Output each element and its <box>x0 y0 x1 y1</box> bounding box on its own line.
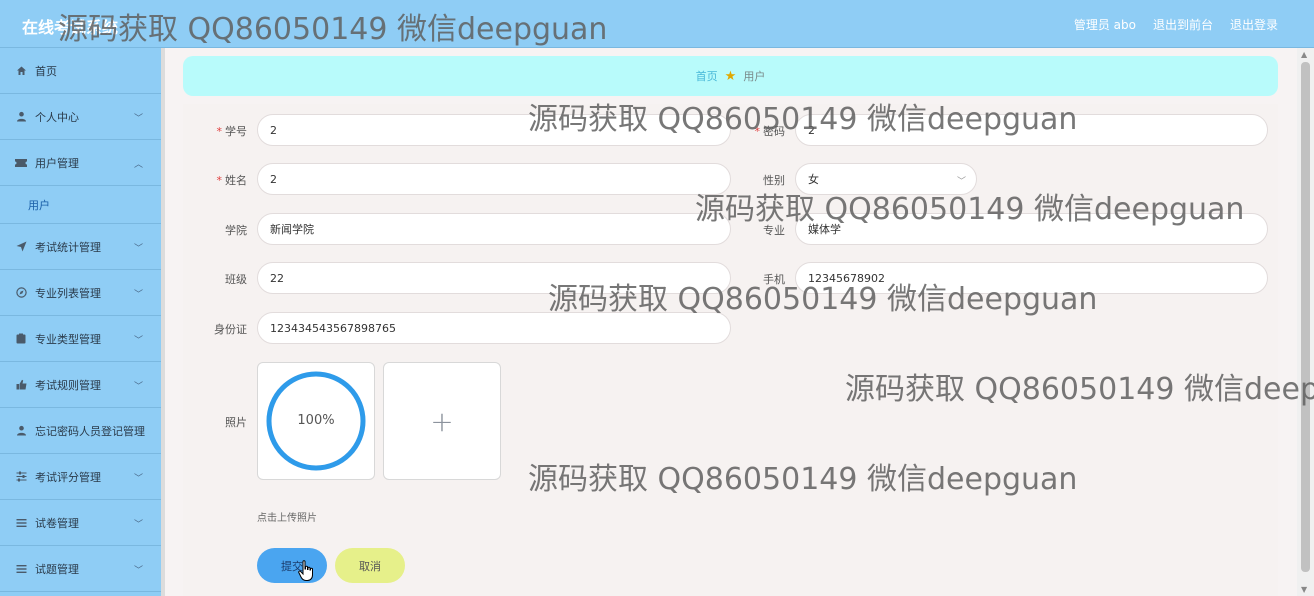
send-icon <box>15 241 27 253</box>
sidebar-item-major-type[interactable]: 专业类型管理 ﹀ <box>0 316 161 362</box>
sidebar-item-label: 试卷管理 <box>35 516 79 530</box>
scroll-down-icon[interactable]: ▼ <box>1301 585 1307 594</box>
class-input[interactable]: 22 <box>257 262 731 294</box>
exit-to-frontend-link[interactable]: 退出到前台 <box>1153 16 1213 33</box>
sidebar-item-label: 考试规则管理 <box>35 378 101 392</box>
breadcrumb-home-link[interactable]: 首页 <box>696 68 718 84</box>
chevron-down-icon: ﹀ <box>133 290 143 300</box>
chevron-up-icon: ︿ <box>133 160 143 170</box>
chevron-down-icon: ﹀ <box>133 244 143 254</box>
top-header: 在线考试系统 管理员 abo 退出到前台 退出登录 <box>0 0 1314 48</box>
chevron-down-icon: ﹀ <box>133 474 143 484</box>
sidebar: 首页 个人中心 ﹀ 用户管理 ︿ 用户 考试统计管理 ﹀ 专业列表管理 ﹀ 专业… <box>0 48 161 596</box>
sidebar-item-user-management[interactable]: 用户管理 ︿ <box>0 140 161 186</box>
major-input[interactable]: 媒体学 <box>795 213 1268 245</box>
photo-label: 照片 <box>225 416 247 429</box>
student-id-label: * 学号 <box>216 125 248 138</box>
upload-add-button[interactable]: + <box>383 362 501 480</box>
app-title: 在线考试系统 <box>22 18 119 37</box>
user-form: * 学号 2 * 密码 2 * 姓名 2 性别 女 ﹀ 学院 新闻学院 专业 媒体学 … <box>183 104 1278 596</box>
id-card-label: 身份证 <box>214 323 247 336</box>
sidebar-item-label: 个人中心 <box>35 110 79 124</box>
header-links: 管理员 abo 退出到前台 退出登录 <box>1074 16 1278 33</box>
chevron-down-icon: ﹀ <box>133 566 143 576</box>
main-scrollbar[interactable]: ▲ ▼ <box>1297 48 1314 596</box>
breadcrumb: 首页 ★ 用户 <box>183 56 1278 96</box>
sidebar-item-label: 考试评分管理 <box>35 470 101 484</box>
breadcrumb-current: 用户 <box>743 70 766 83</box>
main-content: 首页 ★ 用户 * 学号 2 * 密码 2 * 姓名 2 性别 女 ﹀ 学院 新闻学院… <box>165 48 1297 596</box>
sidebar-item-label: 考试统计管理 <box>35 240 101 254</box>
phone-input[interactable]: 12345678902 <box>795 262 1268 294</box>
id-card-input[interactable]: 123434543567898765 <box>257 312 731 344</box>
sidebar-item-label: 专业列表管理 <box>35 286 101 300</box>
clipboard-icon <box>15 333 27 345</box>
scroll-up-icon[interactable]: ▲ <box>1301 50 1307 59</box>
sidebar-item-label: 首页 <box>35 64 57 78</box>
admin-user-link[interactable]: 管理员 abo <box>1074 16 1136 33</box>
college-input[interactable]: 新闻学院 <box>257 213 731 245</box>
password-input[interactable]: 2 <box>795 114 1268 146</box>
sidebar-item-forgot-password[interactable]: 忘记密码人员登记管理 <box>0 408 161 454</box>
list-icon <box>15 563 27 575</box>
sidebar-item-major-list[interactable]: 专业列表管理 ﹀ <box>0 270 161 316</box>
list-icon <box>15 517 27 529</box>
ticket-icon <box>15 157 27 169</box>
sidebar-item-exam-stats[interactable]: 考试统计管理 ﹀ <box>0 224 161 270</box>
sidebar-item-label: 专业类型管理 <box>35 332 101 346</box>
thumb-icon <box>15 379 27 391</box>
sliders-icon <box>15 471 27 483</box>
chevron-down-icon: ﹀ <box>956 177 966 187</box>
sidebar-item-label: 用户管理 <box>35 156 79 170</box>
chevron-down-icon: ﹀ <box>133 520 143 530</box>
compass-icon <box>15 287 27 299</box>
sidebar-item-questions[interactable]: 试题管理 ﹀ <box>0 546 161 592</box>
sidebar-item-home[interactable]: 首页 <box>0 48 161 94</box>
chevron-down-icon: ﹀ <box>133 114 143 124</box>
upload-hint: 点击上传照片 <box>257 513 317 524</box>
class-label: 班级 <box>225 273 247 286</box>
password-label: * 密码 <box>754 125 786 138</box>
person-icon <box>15 425 27 437</box>
name-label: * 姓名 <box>216 174 248 187</box>
chevron-down-icon: ﹀ <box>133 382 143 392</box>
gender-select[interactable]: 女 ﹀ <box>795 163 977 195</box>
sidebar-item-personal[interactable]: 个人中心 ﹀ <box>0 94 161 140</box>
home-icon <box>15 65 27 77</box>
upload-progress-text: 100% <box>297 413 335 428</box>
upload-progress-card: 100% <box>257 362 375 480</box>
sidebar-subitem-user[interactable]: 用户 <box>0 186 161 224</box>
phone-label: 手机 <box>763 273 785 286</box>
sidebar-item-label: 忘记密码人员登记管理 <box>35 424 145 438</box>
gender-label: 性别 <box>763 174 785 187</box>
chevron-down-icon: ﹀ <box>133 336 143 346</box>
sidebar-item-papers[interactable]: 试卷管理 ﹀ <box>0 500 161 546</box>
submit-button[interactable]: 提交 <box>257 548 327 583</box>
hand-cursor-icon <box>298 560 313 581</box>
logout-link[interactable]: 退出登录 <box>1230 16 1278 33</box>
name-input[interactable]: 2 <box>257 163 731 195</box>
gender-select-value: 女 <box>808 173 819 186</box>
star-icon: ★ <box>724 68 737 84</box>
sidebar-item-exam-scoring[interactable]: 考试评分管理 ﹀ <box>0 454 161 500</box>
sidebar-item-exam-rules[interactable]: 考试规则管理 ﹀ <box>0 362 161 408</box>
scrollbar-thumb[interactable] <box>1301 62 1310 572</box>
major-label: 专业 <box>763 224 785 237</box>
student-id-input[interactable]: 2 <box>257 114 731 146</box>
plus-icon: + <box>430 404 454 438</box>
sidebar-item-label: 试题管理 <box>35 562 79 576</box>
user-icon <box>15 111 27 123</box>
cancel-button[interactable]: 取消 <box>335 548 405 583</box>
college-label: 学院 <box>225 224 247 237</box>
